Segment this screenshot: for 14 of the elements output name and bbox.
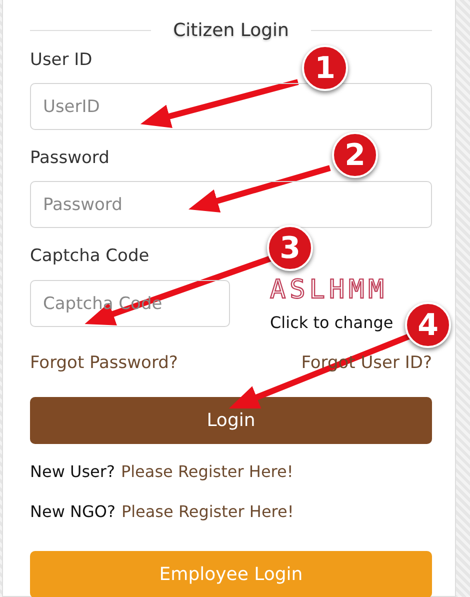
register-link[interactable]: Please Register Here!: [121, 500, 294, 524]
register-prompt: New User?: [30, 461, 115, 483]
refresh-link[interactable]: Click to change: [270, 311, 394, 335]
field-label: Password: [30, 147, 110, 170]
login-button[interactable]: Login: [30, 397, 432, 444]
register-link[interactable]: Please Register Here!: [120, 460, 294, 484]
field-label: Captcha Code: [30, 245, 150, 268]
captcha-image: ASLHMM: [270, 276, 389, 304]
input-field[interactable]: Password: [30, 181, 432, 228]
field-label: User ID: [30, 49, 92, 72]
forgot-link[interactable]: Forgot Password?: [30, 351, 178, 375]
input-field[interactable]: UserID: [30, 83, 432, 130]
form-title: Citizen Login: [173, 20, 289, 40]
register-prompt: New NGO?: [30, 501, 116, 523]
